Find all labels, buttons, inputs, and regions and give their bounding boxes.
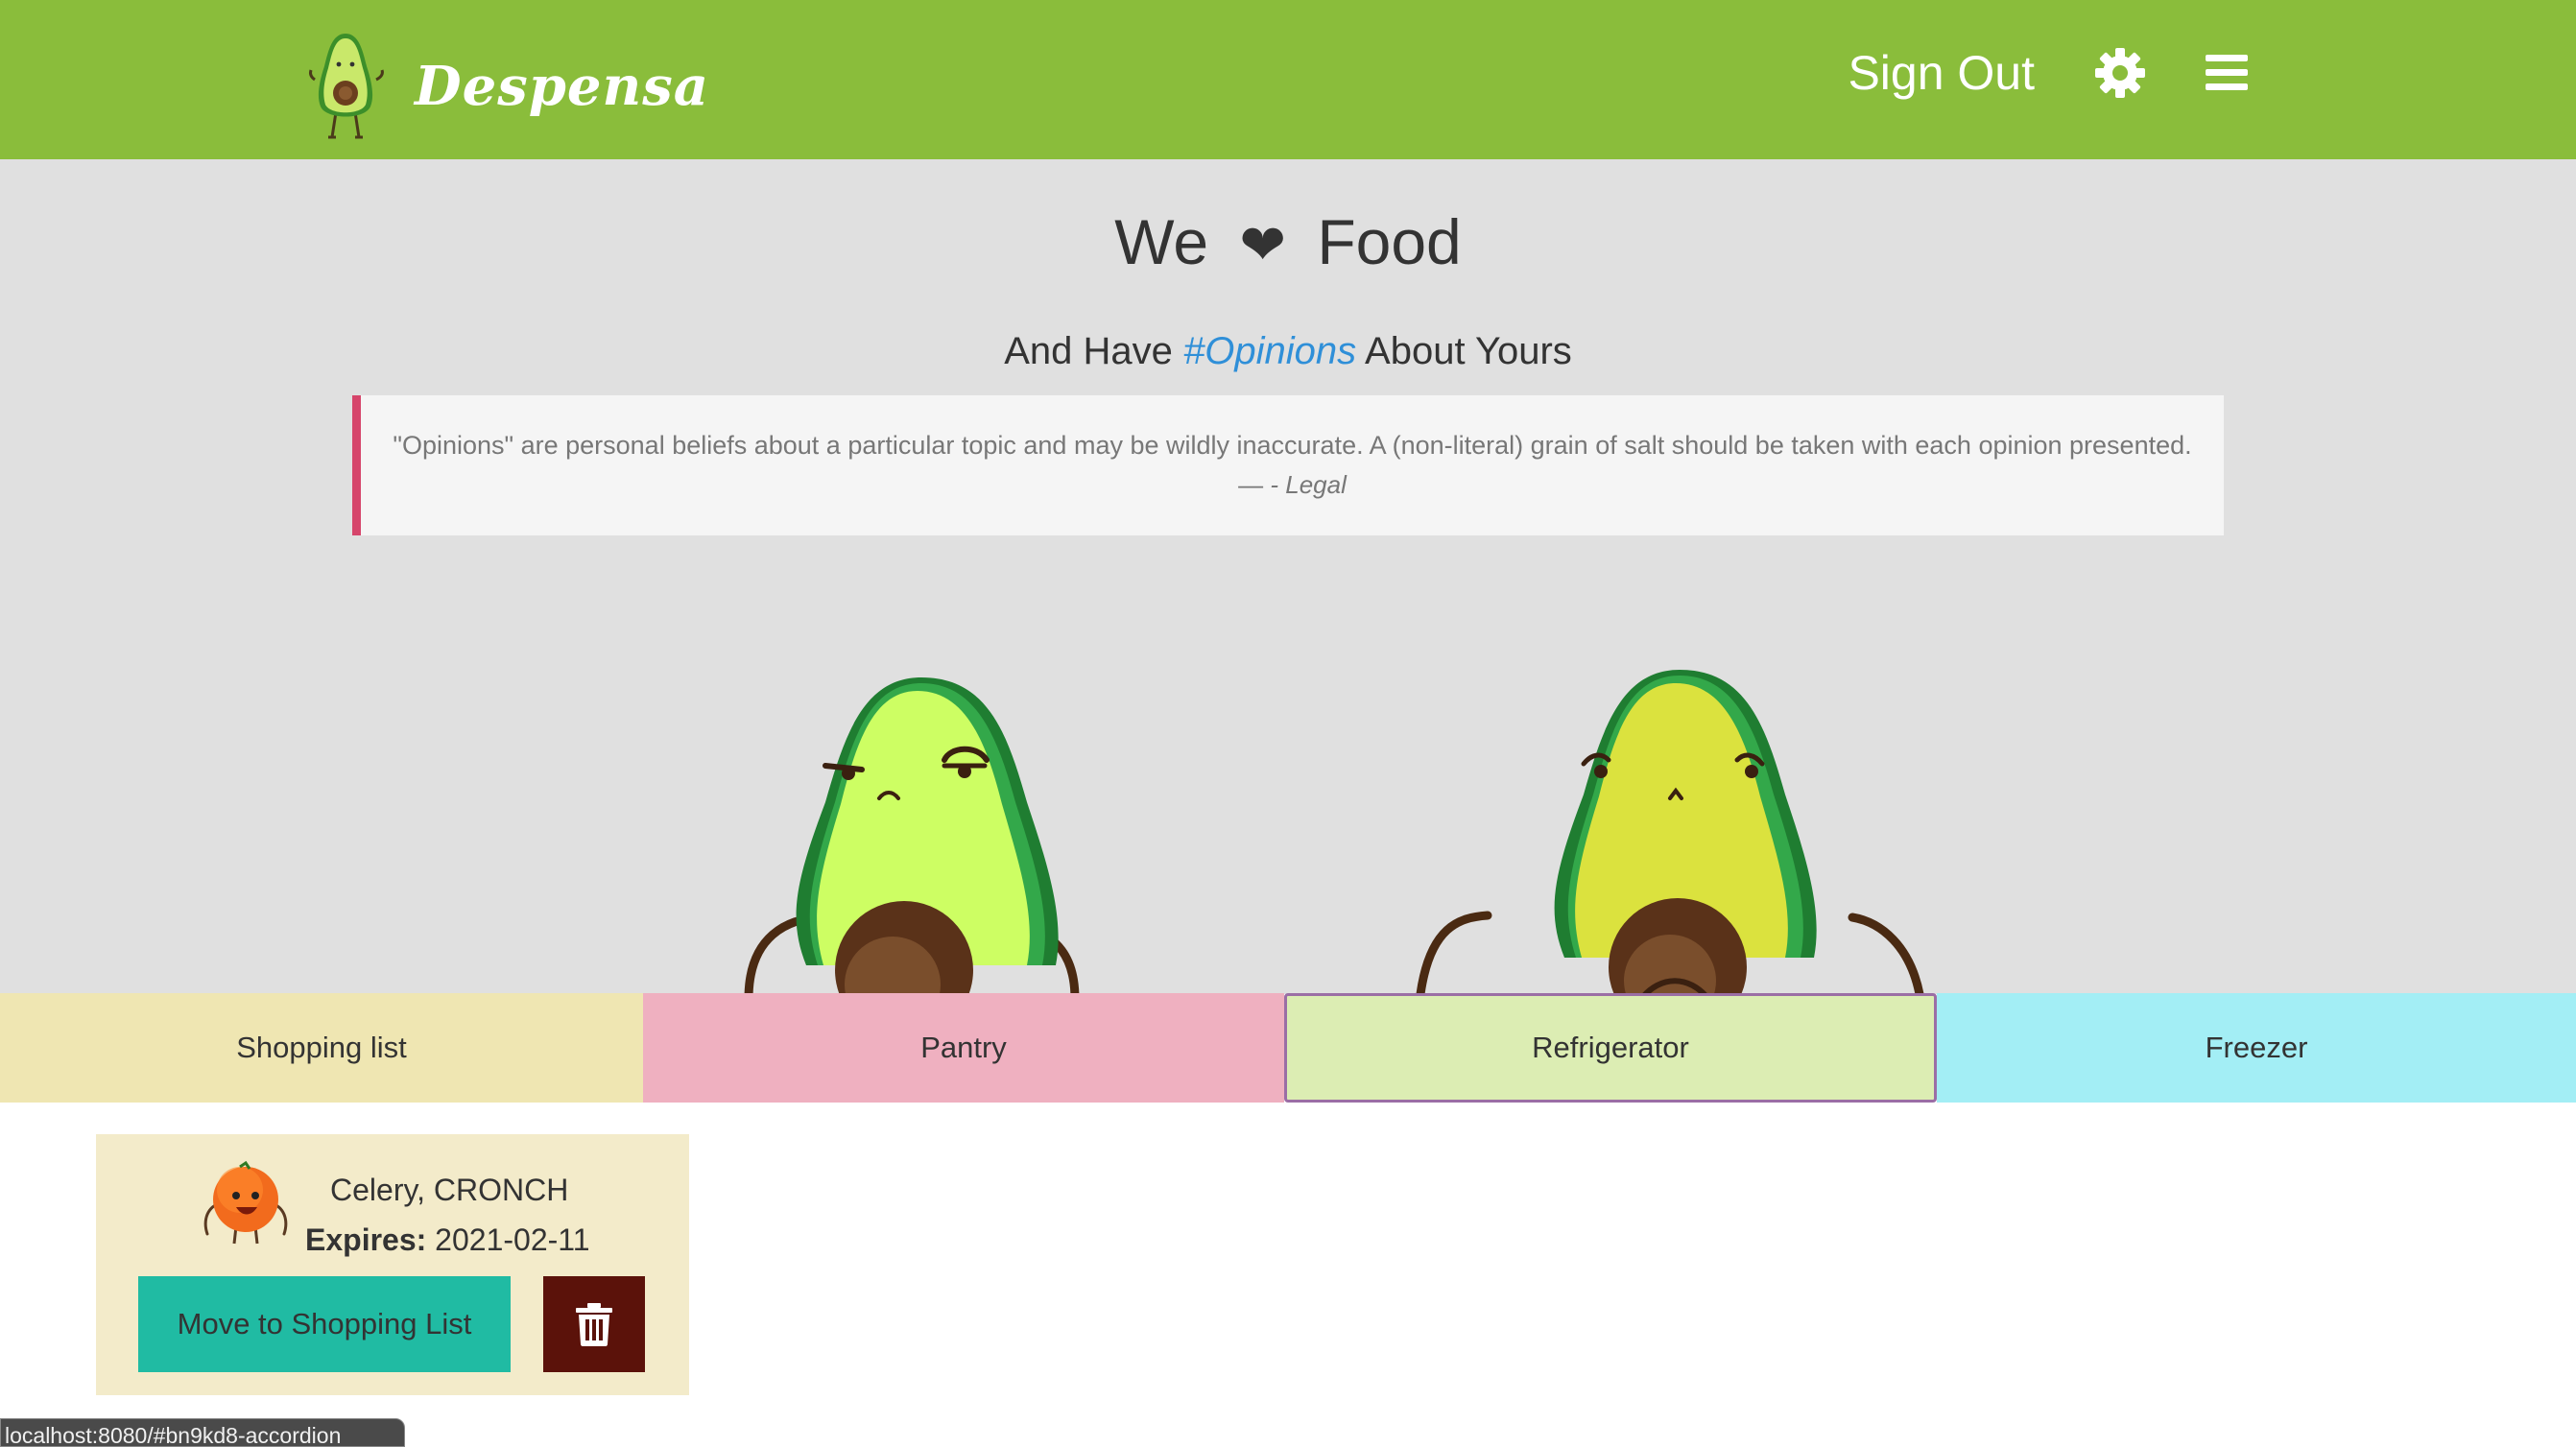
hero-subtitle: And Have #Opinions About Yours bbox=[0, 330, 2576, 373]
quote-dash: — bbox=[1238, 470, 1271, 499]
hamburger-menu-icon[interactable] bbox=[2204, 51, 2250, 95]
quote-attribution: — - Legal bbox=[361, 470, 2224, 500]
legal-blockquote: "Opinions" are personal beliefs about a … bbox=[352, 395, 2224, 535]
tab-refrigerator[interactable]: Refrigerator bbox=[1284, 993, 1937, 1103]
tab-shopping-list[interactable]: Shopping list bbox=[0, 993, 643, 1103]
food-item-card: Celery, CRONCH Expires: 2021-02-11 Move … bbox=[96, 1134, 689, 1395]
avocado-logo-icon bbox=[309, 34, 384, 139]
tab-freezer[interactable]: Freezer bbox=[1937, 993, 2576, 1103]
hero-section: We ❤ Food And Have #Opinions About Yours… bbox=[0, 159, 2576, 994]
expires-label: Expires: bbox=[305, 1222, 427, 1257]
quote-source: - Legal bbox=[1270, 470, 1347, 499]
tab-pantry[interactable]: Pantry bbox=[643, 993, 1284, 1103]
trash-icon bbox=[576, 1303, 612, 1346]
brand-name: Despensa bbox=[415, 55, 710, 118]
hero-subtitle-post: About Yours bbox=[1365, 330, 1572, 372]
brand-link[interactable]: Despensa bbox=[307, 29, 709, 144]
delete-item-button[interactable] bbox=[543, 1276, 645, 1372]
expires-value: 2021-02-11 bbox=[435, 1222, 590, 1257]
item-name: Celery, CRONCH bbox=[330, 1173, 569, 1207]
status-url: localhost:8080/#bn9kd8-accordion bbox=[5, 1423, 342, 1447]
browser-status-bar: localhost:8080/#bn9kd8-accordion bbox=[0, 1418, 405, 1447]
storage-tabs: Shopping list Pantry Refrigerator Freeze… bbox=[0, 993, 2576, 1103]
move-to-shopping-list-button[interactable]: Move to Shopping List bbox=[138, 1276, 511, 1372]
opinions-hashtag: #Opinions bbox=[1183, 330, 1357, 372]
item-expiration: Expires: 2021-02-11 bbox=[305, 1222, 589, 1258]
navbar: Despensa Sign Out bbox=[0, 0, 2576, 159]
skeptical-avocado-illustration bbox=[744, 677, 1080, 994]
quote-text: "Opinions" are personal beliefs about a … bbox=[393, 431, 2192, 460]
hero-title-left: We bbox=[1114, 206, 1209, 277]
heart-icon: ❤ bbox=[1239, 214, 1286, 276]
sad-avocado-illustration bbox=[1416, 670, 1924, 994]
hero-title-right: Food bbox=[1317, 206, 1462, 277]
gear-icon[interactable] bbox=[2094, 47, 2146, 99]
hero-title: We ❤ Food bbox=[0, 205, 2576, 278]
orange-creature-icon bbox=[203, 1160, 288, 1245]
sign-out-link[interactable]: Sign Out bbox=[1848, 45, 2035, 101]
nav-actions: Sign Out bbox=[1848, 38, 2250, 107]
hero-subtitle-pre: And Have bbox=[1004, 330, 1173, 372]
